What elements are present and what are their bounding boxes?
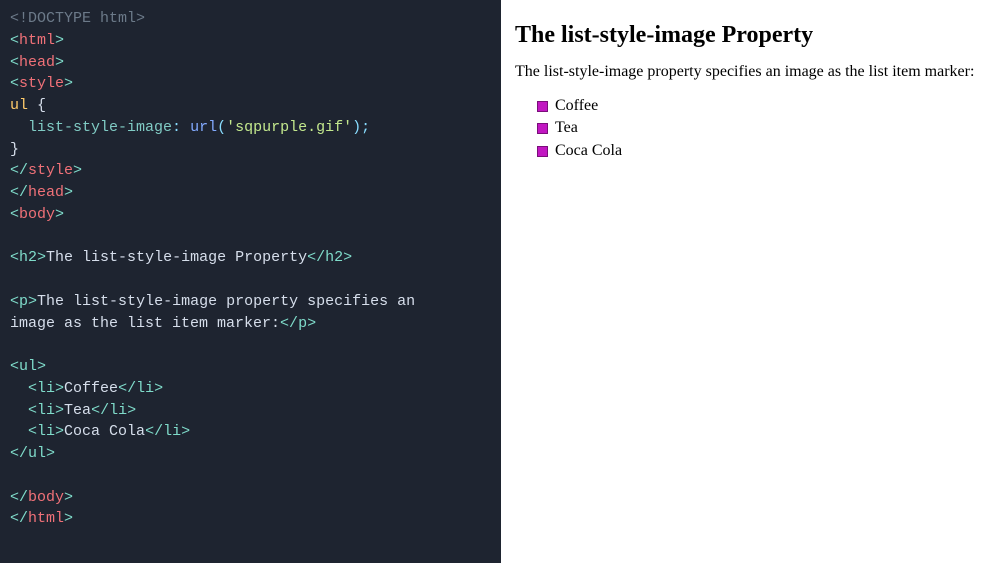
code-token: <: [10, 249, 19, 266]
code-token: DOCTYPE: [28, 10, 91, 27]
code-token: >: [127, 402, 136, 419]
code-token: >: [55, 423, 64, 440]
code-token: >: [37, 249, 46, 266]
code-token: </: [280, 315, 298, 332]
code-token: </: [307, 249, 325, 266]
code-token: ): [352, 119, 361, 136]
code-token: ;: [361, 119, 370, 136]
preview-list: Coffee Tea Coca Cola: [515, 95, 988, 162]
code-token: li: [109, 402, 127, 419]
code-token: style: [28, 162, 73, 179]
code-token: >: [64, 184, 73, 201]
code-token: }: [10, 141, 19, 158]
code-token: Tea: [64, 402, 91, 419]
code-token: (: [217, 119, 226, 136]
code-token: <: [10, 380, 37, 397]
code-token: p: [19, 293, 28, 310]
list-item: Coffee: [555, 95, 988, 117]
code-token: html: [19, 32, 55, 49]
code-token: <: [10, 32, 19, 49]
code-token: Coca Cola: [64, 423, 145, 440]
code-token: >: [55, 54, 64, 71]
code-token: >: [64, 510, 73, 527]
code-token: >: [136, 10, 145, 27]
code-token: >: [37, 358, 46, 375]
code-token: li: [136, 380, 154, 397]
code-token: li: [37, 402, 55, 419]
code-token: <: [10, 358, 19, 375]
code-token: <: [10, 206, 19, 223]
code-token: >: [46, 445, 55, 462]
code-token: The list-style-image Property: [46, 249, 307, 266]
code-token: >: [307, 315, 316, 332]
code-token: </: [10, 184, 28, 201]
code-token: >: [55, 206, 64, 223]
list-item: Coca Cola: [555, 140, 988, 162]
code-token: ul: [19, 358, 37, 375]
code-token: >: [55, 402, 64, 419]
code-token: h2: [325, 249, 343, 266]
code-token: li: [163, 423, 181, 440]
code-token: <: [10, 423, 37, 440]
code-token: body: [28, 489, 64, 506]
code-token: p: [298, 315, 307, 332]
code-token: {: [28, 97, 46, 114]
preview-pane: The list-style-image Property The list-s…: [501, 0, 1002, 563]
list-item: Tea: [555, 117, 988, 139]
code-token: </: [91, 402, 109, 419]
code-token: >: [64, 75, 73, 92]
code-token: The list-style-image property specifies …: [10, 293, 415, 332]
code-token: </: [10, 445, 28, 462]
code-token: </: [118, 380, 136, 397]
code-token: >: [73, 162, 82, 179]
code-token: >: [181, 423, 190, 440]
code-token: html: [28, 510, 64, 527]
preview-paragraph: The list-style-image property specifies …: [515, 63, 988, 81]
code-token: Coffee: [64, 380, 118, 397]
code-token: ul: [10, 97, 28, 114]
code-token: li: [37, 380, 55, 397]
code-token: html: [91, 10, 136, 27]
code-token: style: [19, 75, 64, 92]
code-token: >: [154, 380, 163, 397]
code-token: </: [10, 489, 28, 506]
code-token: </: [10, 510, 28, 527]
code-token: <: [10, 75, 19, 92]
code-token: [10, 119, 28, 136]
code-token: 'sqpurple.gif': [226, 119, 352, 136]
code-token: >: [55, 380, 64, 397]
code-token: <!: [10, 10, 28, 27]
code-token: ul: [28, 445, 46, 462]
code-token: <: [10, 293, 19, 310]
code-token: :: [172, 119, 190, 136]
code-token: head: [19, 54, 55, 71]
code-editor-pane[interactable]: <!DOCTYPE html> <html> <head> <style> ul…: [0, 0, 501, 563]
code-token: >: [55, 32, 64, 49]
preview-heading: The list-style-image Property: [515, 22, 988, 49]
code-token: head: [28, 184, 64, 201]
code-token: >: [343, 249, 352, 266]
code-token: >: [64, 489, 73, 506]
code-token: >: [28, 293, 37, 310]
code-token: <: [10, 402, 37, 419]
code-token: url: [190, 119, 217, 136]
code-token: </: [10, 162, 28, 179]
code-token: </: [145, 423, 163, 440]
code-token: list-style-image: [28, 119, 172, 136]
code-token: <: [10, 54, 19, 71]
code-token: h2: [19, 249, 37, 266]
code-token: body: [19, 206, 55, 223]
code-token: li: [37, 423, 55, 440]
